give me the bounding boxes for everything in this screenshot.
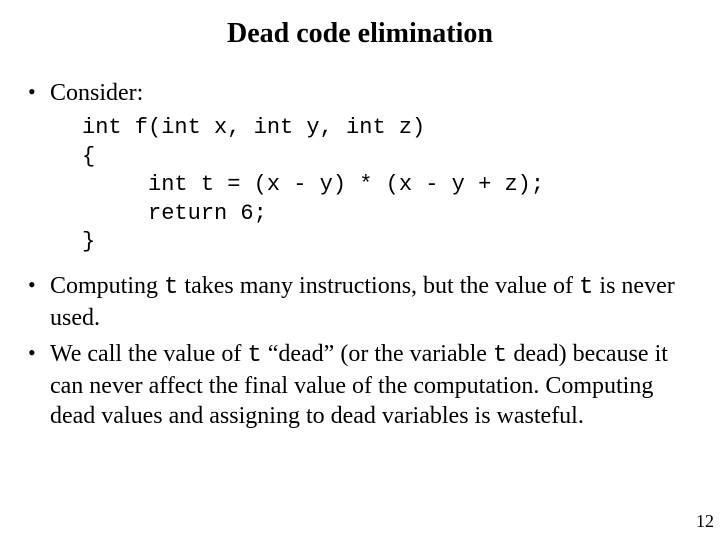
code-inline-t: t bbox=[247, 342, 261, 369]
code-block: int f(int x, int y, int z) { int t = (x … bbox=[82, 114, 694, 257]
bullet-dead: We call the value of t “dead” (or the va… bbox=[26, 339, 694, 431]
text: We call the value of bbox=[50, 341, 247, 367]
slide: Dead code elimination Consider: int f(in… bbox=[0, 0, 720, 540]
text: “dead” (or the variable bbox=[262, 341, 493, 367]
bullet-list: Consider: bbox=[26, 78, 694, 108]
text: Computing bbox=[50, 273, 164, 299]
bullet-consider: Consider: bbox=[26, 78, 694, 108]
page-number: 12 bbox=[696, 511, 714, 532]
code-inline-t: t bbox=[164, 274, 178, 301]
text: takes many instructions, but the value o… bbox=[178, 273, 579, 299]
code-inline-t: t bbox=[579, 274, 593, 301]
code-inline-t: t bbox=[493, 342, 507, 369]
bullet-list-2: Computing t takes many instructions, but… bbox=[26, 271, 694, 431]
slide-title: Dead code elimination bbox=[26, 18, 694, 50]
bullet-computing: Computing t takes many instructions, but… bbox=[26, 271, 694, 333]
